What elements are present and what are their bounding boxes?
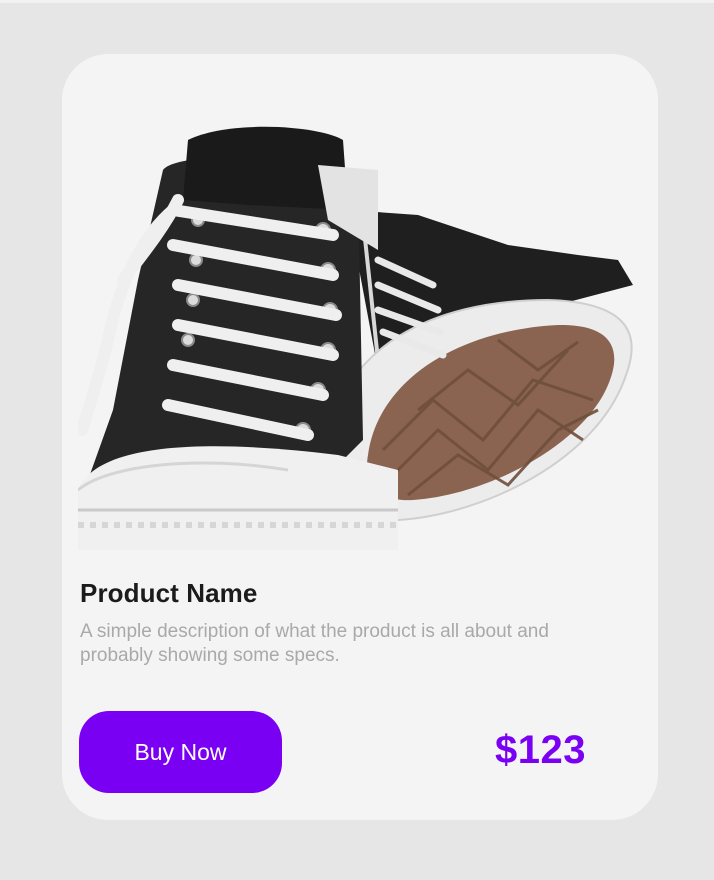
product-description: A simple description of what the product… xyxy=(80,621,549,666)
product-price: $123 xyxy=(495,728,586,772)
front-shoe-illustration xyxy=(78,126,398,550)
product-image xyxy=(78,126,633,550)
buy-now-button[interactable]: Buy Now xyxy=(79,711,282,793)
product-title: Product Name xyxy=(80,578,258,608)
top-strip xyxy=(0,0,714,3)
product-card: Product Name A simple description of wha… xyxy=(62,54,658,820)
